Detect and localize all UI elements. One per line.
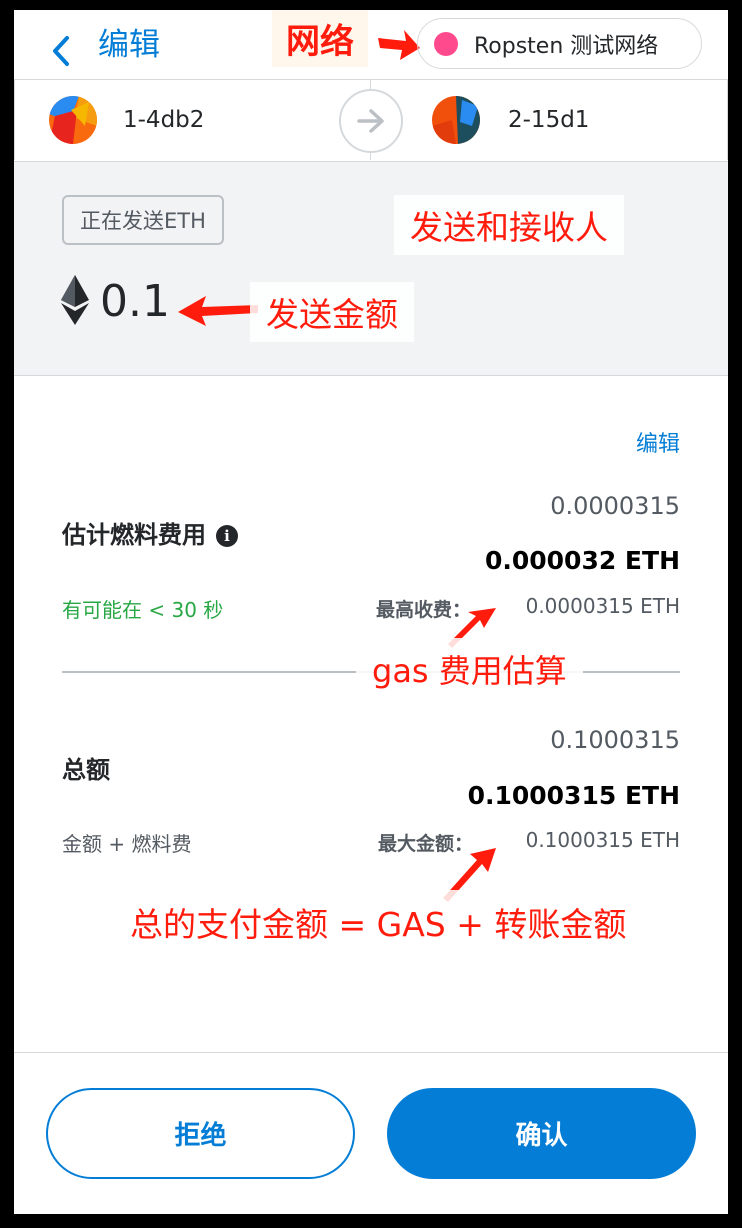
total-label: 总额 <box>62 756 110 784</box>
confirm-button[interactable]: 确认 <box>387 1088 696 1179</box>
receiver-account[interactable]: 2-15d1 <box>371 80 728 160</box>
annotation-gas: gas 费用估算 <box>356 638 583 700</box>
chevron-left-icon <box>53 36 69 66</box>
footer: 拒绝 确认 <box>14 1052 728 1214</box>
annotation-total: 总的支付金额 = GAS + 转账金额 <box>112 890 670 954</box>
total-subtitle: 金额 + 燃料费 <box>62 832 192 856</box>
gas-label-row: 估计燃料费用 i <box>62 515 238 550</box>
max-amount-value: 0.1000315 ETH <box>525 828 680 852</box>
gas-time-estimate: 有可能在 < 30 秒 <box>62 598 224 622</box>
annotation-arrow-network <box>378 30 420 60</box>
amount-value: 0.1 <box>100 276 170 327</box>
reject-button[interactable]: 拒绝 <box>46 1088 355 1179</box>
edit-gas-link[interactable]: 编辑 <box>636 426 680 458</box>
annotation-amount: 发送金额 <box>250 282 414 342</box>
total-value-primary: 0.1000315 ETH <box>467 781 680 810</box>
info-icon[interactable]: i <box>216 525 238 547</box>
network-selector[interactable]: Ropsten 测试网络 <box>417 18 702 69</box>
gas-label: 估计燃料费用 <box>62 521 206 549</box>
gas-value-secondary: 0.0000315 <box>550 492 680 520</box>
edit-header-link[interactable]: 编辑 <box>98 22 160 68</box>
gas-value-primary: 0.000032 ETH <box>484 546 680 575</box>
sender-name: 1-4db2 <box>123 107 205 133</box>
sender-avatar <box>49 96 97 144</box>
total-value-secondary: 0.1000315 <box>550 726 680 754</box>
annotation-network: 网络 <box>272 10 368 67</box>
transfer-direction <box>339 89 403 153</box>
back-button[interactable] <box>50 28 80 74</box>
max-fee-value: 0.0000315 ETH <box>525 594 680 618</box>
confirm-transaction-window: 编辑 网络 Ropsten 测试网络 1-4db2 2-15d1 正在发送ETH… <box>14 10 728 1214</box>
receiver-avatar <box>432 96 480 144</box>
annotation-parties: 发送和接收人 <box>394 195 624 255</box>
sender-receiver-row: 1-4db2 2-15d1 <box>14 79 728 162</box>
sending-eth-badge: 正在发送ETH <box>62 195 224 245</box>
annotation-arrow-amount <box>178 296 258 326</box>
arrow-right-icon <box>357 109 384 133</box>
receiver-name: 2-15d1 <box>508 107 590 133</box>
network-label: Ropsten 测试网络 <box>474 33 659 59</box>
ethereum-icon <box>61 275 89 325</box>
network-status-dot <box>434 31 458 56</box>
sender-account[interactable]: 1-4db2 <box>14 80 371 160</box>
